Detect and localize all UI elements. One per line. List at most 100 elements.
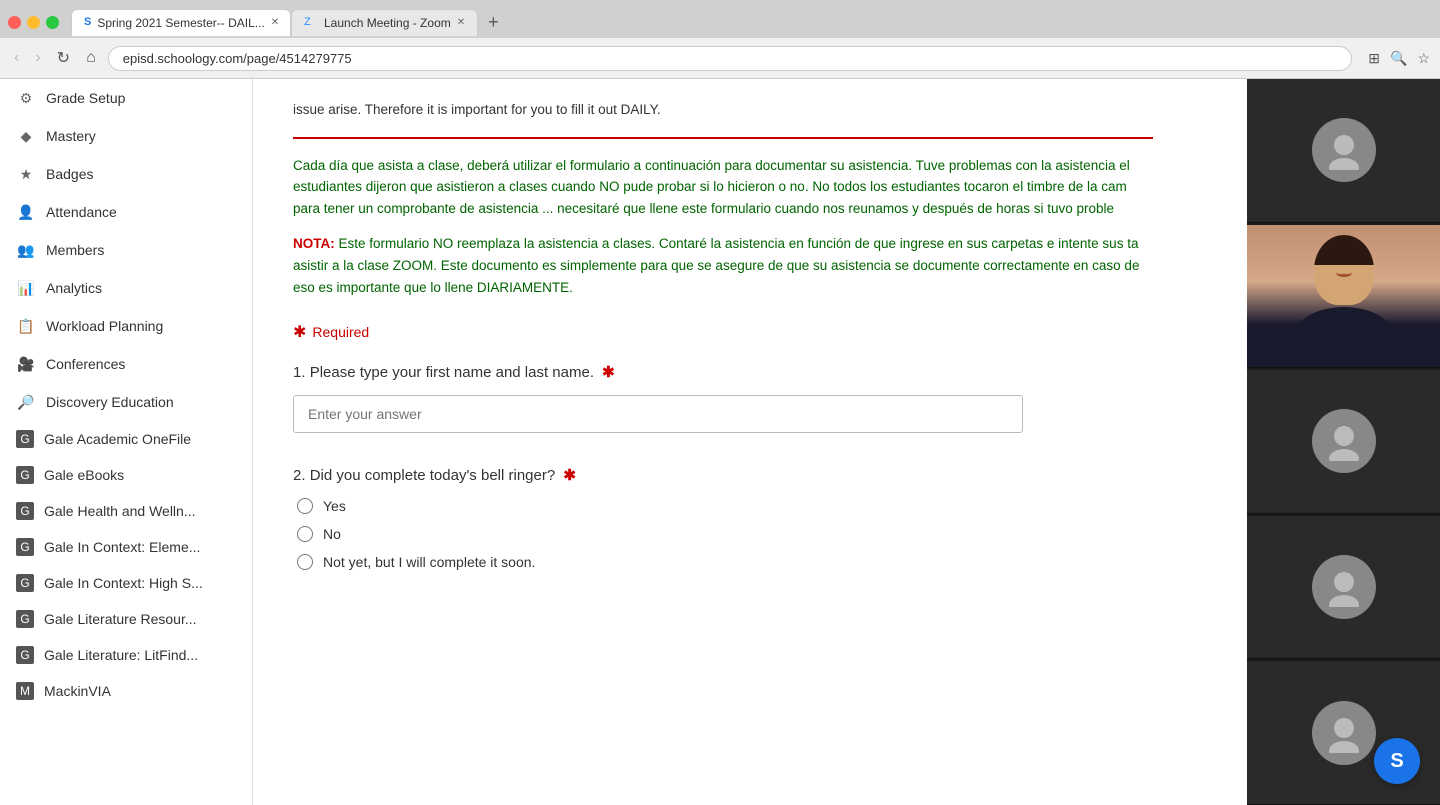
radio-no-label: No [323,526,341,542]
sidebar-item-conferences[interactable]: 🎥 Conferences [0,345,252,383]
extensions-icon[interactable]: ⊞ [1368,50,1380,67]
zoom-avatar-1 [1312,118,1376,182]
sidebar-item-workload-planning[interactable]: 📋 Workload Planning [0,307,252,345]
tab-close-spring[interactable]: ✕ [271,17,279,28]
main-layout: ⚙ Grade Setup ◆ Mastery ★ Badges 👤 Atten… [0,79,1440,805]
sidebar-item-discovery[interactable]: 🔎 Discovery Education [0,383,252,421]
person-photo-bg [1247,225,1440,368]
gale-ebooks-icon: G [16,466,34,484]
required-label-row: ✱ Required [293,322,1153,342]
sidebar-label-gale-context-elem: Gale In Context: Eleme... [44,539,200,555]
nota-paragraph: NOTA: Este formulario NO reemplaza la as… [293,233,1153,298]
sidebar-item-gale-academic[interactable]: G Gale Academic OneFile [0,421,252,457]
tab-label-zoom: Launch Meeting - Zoom [324,16,451,30]
intro-text: issue arise. Therefore it is important f… [293,99,1153,121]
person-hair [1314,235,1374,265]
tab-favicon-zoom: Z [304,16,318,30]
sidebar-item-gale-health[interactable]: G Gale Health and Welln... [0,493,252,529]
sidebar-item-gale-context-elem[interactable]: G Gale In Context: Eleme... [0,529,252,565]
required-label-text: Required [312,324,369,340]
zoom-icon[interactable]: 🔍 [1390,50,1407,67]
avatar-silhouette-1 [1324,130,1364,170]
radio-option-yes[interactable]: Yes [297,498,1153,514]
gale-health-icon: G [16,502,34,520]
zoom-slot-1 [1247,79,1440,223]
browser-toolbar-icons: ⊞ 🔍 ☆ [1368,50,1430,67]
sidebar-item-gale-literature-resour[interactable]: G Gale Literature Resour... [0,601,252,637]
close-button[interactable] [8,16,21,29]
home-button[interactable]: ⌂ [82,47,100,69]
sidebar-label-mackinvia: MackinVIA [44,683,111,699]
user-badge[interactable]: S [1374,738,1420,784]
radio-option-no[interactable]: No [297,526,1153,542]
question-2-text: 2. Did you complete today's bell ringer?… [293,465,1153,486]
gale-lit-resour-icon: G [16,610,34,628]
sidebar-item-badges[interactable]: ★ Badges [0,155,252,193]
sidebar-item-attendance[interactable]: 👤 Attendance [0,193,252,231]
zoom-photo-2 [1247,225,1440,368]
analytics-icon: 📊 [16,278,36,298]
zoom-slot-2-photo [1247,225,1440,369]
back-button[interactable]: ‹ [10,47,23,69]
browser-chrome: S Spring 2021 Semester-- DAIL... ✕ Z Lau… [0,0,1440,79]
new-tab-button[interactable]: + [482,10,505,35]
sidebar-item-gale-context-high[interactable]: G Gale In Context: High S... [0,565,252,601]
question-1-input[interactable] [293,395,1023,433]
address-bar[interactable]: episd.schoology.com/page/4514279775 [108,46,1353,71]
question-2-block: 2. Did you complete today's bell ringer?… [293,465,1153,570]
question-2-radio-group: Yes No Not yet, but I will complete it s… [293,498,1153,570]
sidebar-label-gale-lit-resour: Gale Literature Resour... [44,611,197,627]
sidebar-item-mastery[interactable]: ◆ Mastery [0,117,252,155]
sidebar-item-members[interactable]: 👥 Members [0,231,252,269]
content-inner: issue arise. Therefore it is important f… [253,79,1193,642]
sidebar-label-attendance: Attendance [46,204,117,220]
tab-close-zoom[interactable]: ✕ [457,17,465,28]
question-1-required-star: ✱ [602,364,615,381]
sidebar-label-gale-litfind: Gale Literature: LitFind... [44,647,198,663]
tab-favicon-schoology: S [84,16,91,30]
sidebar-item-grade-setup[interactable]: ⚙ Grade Setup [0,79,252,117]
maximize-button[interactable] [46,16,59,29]
zoom-slot-3 [1247,370,1440,514]
radio-yes-input[interactable] [297,498,313,514]
refresh-button[interactable]: ↻ [53,46,74,70]
minimize-button[interactable] [27,16,40,29]
tab-zoom[interactable]: Z Launch Meeting - Zoom ✕ [291,9,478,36]
forward-button[interactable]: › [31,47,44,69]
radio-no-input[interactable] [297,526,313,542]
workload-icon: 📋 [16,316,36,336]
radio-option-not-yet[interactable]: Not yet, but I will complete it soon. [297,554,1153,570]
gale-academic-icon: G [16,430,34,448]
sidebar-label-gale-health: Gale Health and Welln... [44,503,196,519]
zoom-slot-5 [1247,661,1440,805]
zoom-slot-4 [1247,516,1440,660]
avatar-silhouette-3 [1324,421,1364,461]
radio-not-yet-input[interactable] [297,554,313,570]
gale-context-high-icon: G [16,574,34,592]
nota-label: NOTA: [293,236,335,251]
sidebar-label-members: Members [46,242,104,258]
person-smile [1336,269,1352,277]
person-body [1294,307,1394,367]
attendance-icon: 👤 [16,202,36,222]
sidebar-item-analytics[interactable]: 📊 Analytics [0,269,252,307]
question-2-required-star: ✱ [563,467,576,484]
paragraph1: Cada día que asista a clase, deberá util… [293,155,1153,220]
tab-spring-2021[interactable]: S Spring 2021 Semester-- DAIL... ✕ [71,9,291,36]
required-star-icon: ✱ [293,322,306,342]
tab-bar: S Spring 2021 Semester-- DAIL... ✕ Z Lau… [0,0,1440,38]
bookmark-icon[interactable]: ☆ [1417,50,1430,67]
sidebar-item-gale-ebooks[interactable]: G Gale eBooks [0,457,252,493]
members-icon: 👥 [16,240,36,260]
grade-setup-icon: ⚙ [16,88,36,108]
radio-not-yet-label: Not yet, but I will complete it soon. [323,554,535,570]
nota-text: Este formulario NO reemplaza la asistenc… [293,236,1139,294]
badges-icon: ★ [16,164,36,184]
sidebar-item-mackinvia[interactable]: M MackinVIA [0,673,252,709]
question-2-label: Did you complete today's bell ringer? [310,467,556,484]
sidebar-item-gale-literature-litfind[interactable]: G Gale Literature: LitFind... [0,637,252,673]
sidebar-label-workload: Workload Planning [46,318,163,334]
sidebar: ⚙ Grade Setup ◆ Mastery ★ Badges 👤 Atten… [0,79,253,805]
sidebar-label-analytics: Analytics [46,280,102,296]
question-1-number: 1. [293,364,306,381]
